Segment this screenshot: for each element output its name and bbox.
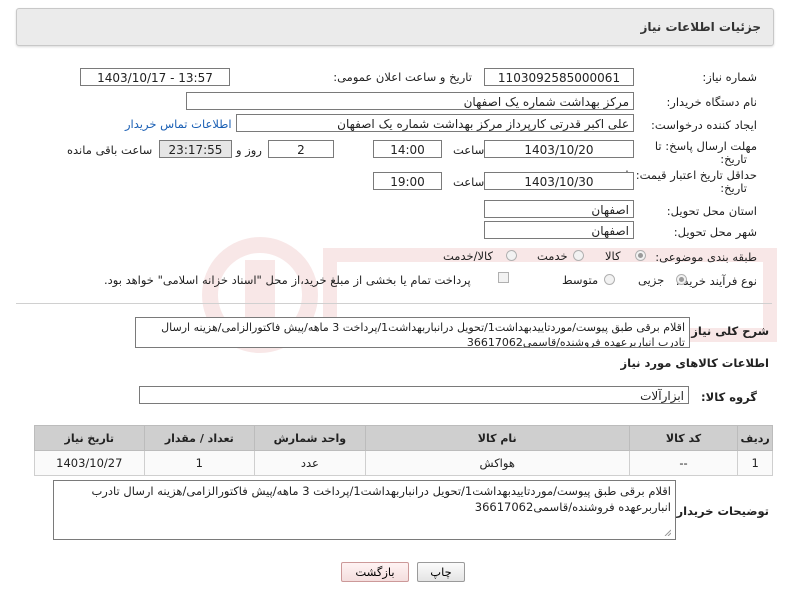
summary-label: شرح کلی نیاز: bbox=[686, 324, 769, 338]
remaining-time-label: ساعت باقی مانده bbox=[67, 143, 153, 157]
buyer-notes-label: توضیحات خریدار: bbox=[671, 504, 769, 518]
process-radio-medium[interactable] bbox=[604, 274, 615, 285]
deadline-date-label: تاریخ: bbox=[720, 152, 747, 166]
treasury-note: پرداخت تمام یا بخشی از مبلغ خرید،از محل … bbox=[104, 273, 471, 287]
province-field[interactable]: اصفهان bbox=[484, 200, 634, 218]
col-date: تاریخ نیاز bbox=[34, 425, 145, 451]
back-button[interactable]: بازگشت bbox=[341, 562, 409, 582]
goods-group-label: گروه کالا: bbox=[701, 390, 757, 404]
treasury-checkbox[interactable] bbox=[498, 272, 509, 283]
cell-date: 1403/10/27 bbox=[34, 450, 145, 476]
print-button[interactable]: چاپ bbox=[417, 562, 465, 582]
category-radio-service[interactable] bbox=[573, 250, 584, 261]
divider bbox=[16, 303, 772, 304]
days-label: روز و bbox=[236, 143, 262, 157]
cell-unit: عدد bbox=[254, 450, 366, 476]
cell-name: هواکش bbox=[364, 450, 630, 476]
need-number-field[interactable]: 1103092585000061 bbox=[484, 68, 634, 86]
process-option-medium: متوسط bbox=[562, 273, 599, 287]
deadline-time-field[interactable]: 14:00 bbox=[373, 140, 442, 158]
need-number-label: شماره نیاز: bbox=[702, 70, 757, 84]
creator-field[interactable]: علی اکبر قدرتی کارپرداز مرکز بهداشت شمار… bbox=[236, 114, 634, 132]
buyer-org-label: نام دستگاه خریدار: bbox=[666, 95, 757, 109]
category-radio-goods-service[interactable] bbox=[506, 250, 517, 261]
process-radio-minor[interactable] bbox=[676, 274, 687, 285]
announce-date-label: تاریخ و ساعت اعلان عمومی: bbox=[333, 70, 472, 84]
province-label: استان محل تحویل: bbox=[666, 204, 757, 218]
col-code: کد کالا bbox=[628, 425, 739, 451]
cell-row: 1 bbox=[737, 450, 773, 476]
summary-field[interactable]: اقلام برقی طبق پیوست/موردتاییدبهداشت1/تح… bbox=[135, 317, 690, 348]
goods-table-header: ردیف کد کالا نام کالا واحد شمارش تعداد /… bbox=[34, 425, 773, 451]
announce-date-field[interactable]: 1403/10/17 - 13:57 bbox=[80, 68, 230, 86]
deadline-time-label: ساعت bbox=[453, 143, 485, 157]
goods-table: ردیف کد کالا نام کالا واحد شمارش تعداد /… bbox=[34, 425, 773, 476]
validity-date-field[interactable]: 1403/10/30 bbox=[484, 172, 634, 190]
deadline-date-field[interactable]: 1403/10/20 bbox=[484, 140, 634, 158]
process-option-minor: جزیی bbox=[638, 273, 665, 287]
category-option-service: خدمت bbox=[537, 249, 568, 263]
col-unit: واحد شمارش bbox=[254, 425, 366, 451]
col-row: ردیف bbox=[737, 425, 773, 451]
validity-label: حداقل تاریخ اعتبار قیمت: تا bbox=[625, 168, 757, 182]
category-option-goods: کالا bbox=[605, 249, 621, 263]
process-label: نوع فرآیند خرید : bbox=[675, 274, 757, 288]
category-label: طبقه بندی موضوعی: bbox=[655, 250, 757, 264]
col-name: نام کالا bbox=[364, 425, 630, 451]
cell-qty: 1 bbox=[143, 450, 256, 476]
resize-grip-icon[interactable] bbox=[663, 528, 671, 536]
creator-label: ایجاد کننده درخواست: bbox=[651, 118, 757, 132]
page-title: جزئیات اطلاعات نیاز bbox=[640, 20, 761, 34]
buyer-notes-field[interactable]: اقلام برقی طبق پیوست/موردتاییدبهداشت1/تح… bbox=[53, 480, 676, 540]
city-label: شهر محل تحویل: bbox=[673, 225, 757, 239]
table-row[interactable]: 1 -- هواکش عدد 1 1403/10/27 bbox=[34, 450, 773, 476]
validity-time-field[interactable]: 19:00 bbox=[373, 172, 442, 190]
validity-date-label: تاریخ: bbox=[720, 181, 747, 195]
days-remaining-field[interactable]: 2 bbox=[268, 140, 334, 158]
goods-section-title: اطلاعات کالاهای مورد نیاز bbox=[620, 356, 769, 370]
category-option-goods-service: کالا/خدمت bbox=[443, 249, 494, 263]
validity-time-label: ساعت bbox=[453, 175, 485, 189]
deadline-label: مهلت ارسال پاسخ: تا bbox=[654, 139, 757, 153]
header-panel: جزئیات اطلاعات نیاز bbox=[16, 8, 774, 46]
remaining-time-field: 23:17:55 bbox=[159, 140, 232, 158]
goods-group-field[interactable]: ابزارآلات bbox=[139, 386, 689, 404]
col-qty: تعداد / مقدار bbox=[143, 425, 256, 451]
city-field[interactable]: اصفهان bbox=[484, 221, 634, 239]
category-radio-goods[interactable] bbox=[635, 250, 646, 261]
buyer-org-field[interactable]: مرکز بهداشت شماره یک اصفهان bbox=[186, 92, 634, 110]
cell-code: -- bbox=[628, 450, 739, 476]
buyer-contact-link[interactable]: اطلاعات تماس خریدار bbox=[125, 117, 232, 131]
